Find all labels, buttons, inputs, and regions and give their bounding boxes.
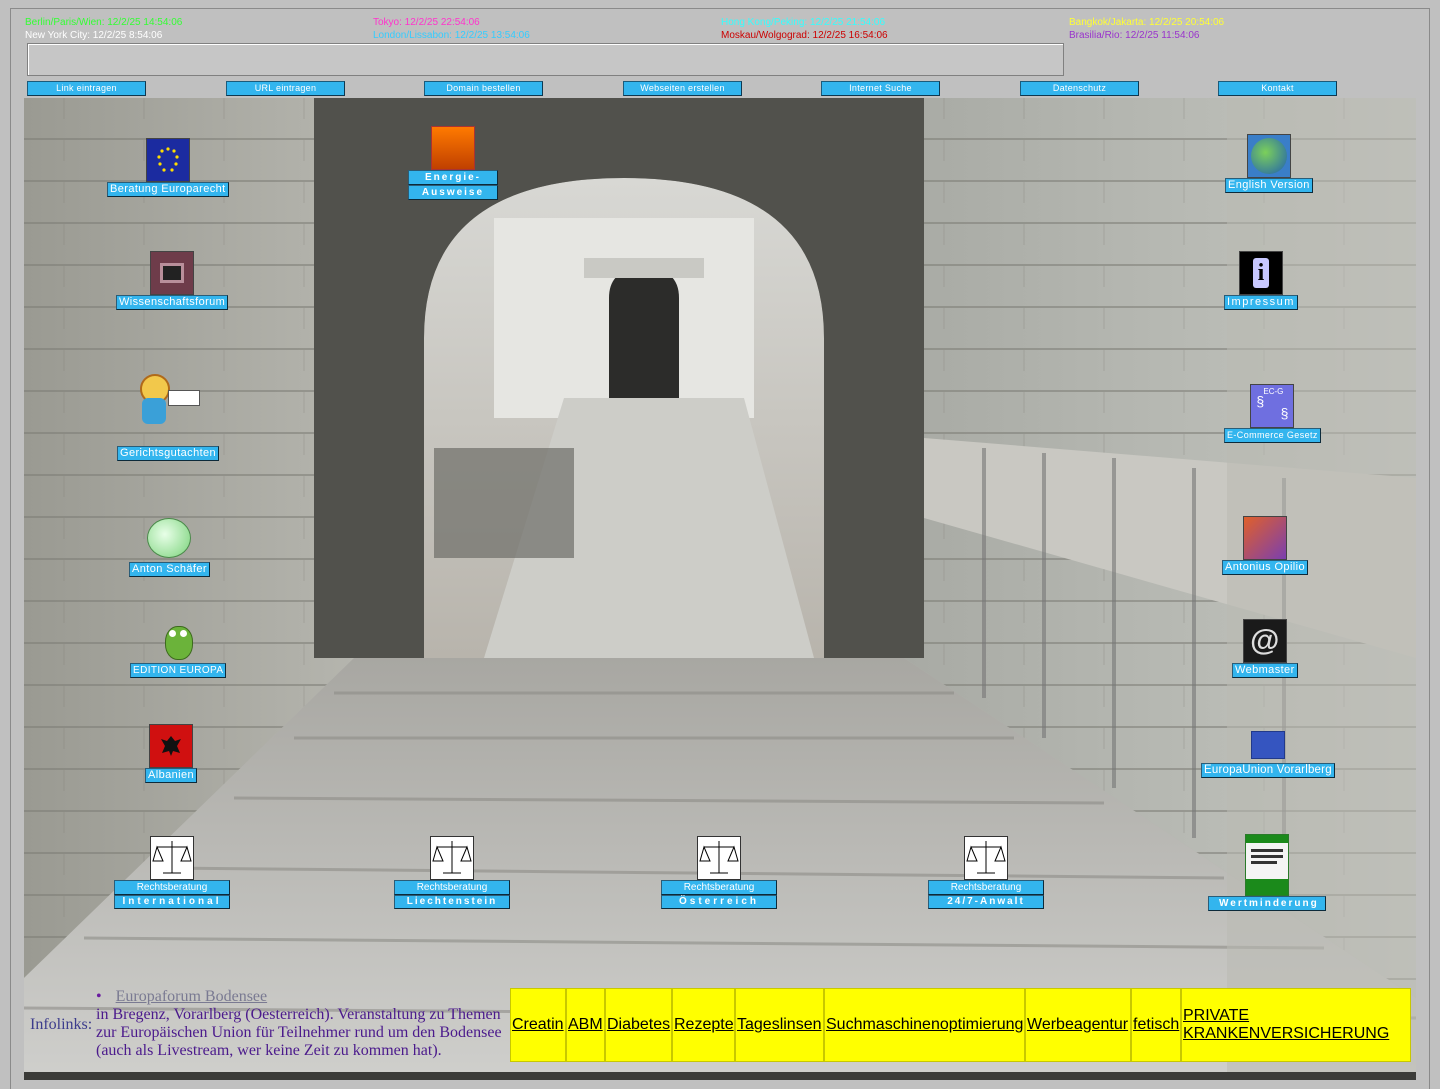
label-antonius-opilio: Antonius Opilio (1222, 560, 1308, 575)
label-energie: Energie- (408, 170, 498, 185)
label-webmaster: Webmaster (1232, 663, 1298, 678)
scale-icon (697, 836, 741, 880)
adlink-diabetes[interactable]: Diabetes (605, 988, 672, 1062)
infolinks-box: Infolinks: • Europaforum Bodensee in Breg… (24, 988, 510, 1064)
expert-worker-icon (132, 370, 204, 432)
nav-link-eintragen[interactable]: Link eintragen (27, 81, 146, 96)
globe-icon (147, 518, 192, 558)
clock-moskau: Moskau/Wolgograd: 12/2/25 16:54:06 (721, 30, 888, 41)
scale-icon (430, 836, 474, 880)
ec-badge: EC-G (1263, 387, 1284, 396)
nav-webseiten-erstellen[interactable]: Webseiten erstellen (623, 81, 742, 96)
clock-bangkok: Bangkok/Jakarta: 12/2/25 20:54:06 (1069, 17, 1225, 28)
info-icon: i (1238, 251, 1283, 295)
clock-new-york: New York City: 12/2/25 8:54:06 (25, 30, 163, 41)
label-beratung-europarecht: Beratung Europarecht (107, 182, 229, 197)
nav-domain-bestellen[interactable]: Domain bestellen (424, 81, 543, 96)
label-rechtsberatung: Rechtsberatung (114, 880, 230, 895)
eu-flag-icon (145, 138, 190, 182)
background-photo (24, 98, 1416, 1080)
label-rechtsberatung: Rechtsberatung (661, 880, 777, 895)
link-europaforum-bodensee[interactable]: Europaforum Bodensee (116, 988, 268, 1005)
scale-icon (150, 836, 194, 880)
clock-london: London/Lissabon: 12/2/25 13:54:06 (373, 30, 530, 41)
clock-hong-kong: Hong Kong/Peking: 12/2/25 21:54:06 (721, 17, 886, 28)
earth-icon (1246, 134, 1291, 178)
link-rechtsberatung-24-7-anwalt[interactable]: Rechtsberatung 24/7-Anwalt (928, 836, 1044, 909)
flame-icon (431, 126, 475, 170)
link-antonius-opilio[interactable]: Antonius Opilio (1222, 516, 1308, 575)
nav-datenschutz[interactable]: Datenschutz (1020, 81, 1139, 96)
label-europaunion-vorarlberg: EuropaUnion Vorarlberg (1201, 763, 1335, 778)
label-albanien: Albanien (145, 768, 198, 783)
label-oesterreich: Österreich (661, 895, 777, 909)
link-albanien[interactable]: Albanien (145, 724, 198, 783)
bullet-icon: • (96, 988, 102, 1005)
label-edition-europa: EDITION EUROPA (130, 663, 227, 678)
label-liechtenstein: Liechtenstein (394, 895, 510, 909)
label-rechtsberatung: Rechtsberatung (394, 880, 510, 895)
clock-tokyo: Tokyo: 12/2/25 22:54:06 (373, 17, 480, 28)
label-24-7-anwalt: 24/7-Anwalt (928, 895, 1044, 909)
at-icon: @ (1242, 619, 1287, 663)
opilio-icon (1243, 516, 1287, 560)
nav-kontakt[interactable]: Kontakt (1218, 81, 1337, 96)
link-english-version[interactable]: English Version (1225, 134, 1313, 193)
label-wertminderung: Wertminderung (1208, 896, 1326, 911)
link-beratung-europarecht[interactable]: Beratung Europarecht (107, 138, 229, 197)
label-impressum: Impressum (1224, 295, 1298, 310)
forum-icon (150, 251, 195, 295)
nav-url-eintragen[interactable]: URL eintragen (226, 81, 345, 96)
adlink-tageslinsen[interactable]: Tageslinsen (735, 988, 824, 1062)
adlink-rezepte[interactable]: Rezepte (672, 988, 735, 1062)
link-webmaster[interactable]: @ Webmaster (1232, 619, 1298, 678)
infolinks-item: • Europaforum Bodensee (96, 988, 267, 1006)
link-gerichtsgutachten[interactable]: Gerichtsgutachten (117, 370, 220, 461)
link-europaunion-vorarlberg[interactable]: EuropaUnion Vorarlberg (1201, 731, 1335, 778)
ad-links-table: Creatin ABM Diabetes Rezepte Tageslinsen… (510, 988, 1411, 1062)
infolinks-label: Infolinks: (30, 1016, 93, 1033)
label-gerichtsgutachten: Gerichtsgutachten (117, 446, 220, 461)
link-rechtsberatung-international[interactable]: Rechtsberatung International (114, 836, 230, 909)
clock-brasilia: Brasilia/Rio: 12/2/25 11:54:06 (1069, 30, 1200, 41)
clock-berlin: Berlin/Paris/Wien: 12/2/25 14:54:06 (25, 17, 183, 28)
eu-flag-small-icon (1250, 731, 1285, 759)
label-rechtsberatung: Rechtsberatung (928, 880, 1044, 895)
link-e-commerce-gesetz[interactable]: § § EC-G E-Commerce Gesetz (1224, 384, 1321, 443)
link-anton-schaefer[interactable]: Anton Schäfer (129, 518, 210, 577)
adlink-werbeagentur[interactable]: Werbeagentur (1025, 988, 1131, 1062)
book-icon (1245, 834, 1289, 896)
adlink-abm[interactable]: ABM (566, 988, 605, 1062)
adlink-private-krankenversicherung[interactable]: PRIVATE KRANKENVERSICHERUNG (1181, 988, 1411, 1062)
adlink-creatin[interactable]: Creatin (510, 988, 566, 1062)
message-box (27, 43, 1064, 76)
link-energie-ausweise[interactable]: Energie- Ausweise (408, 126, 498, 200)
label-english-version: English Version (1225, 178, 1313, 193)
link-wissenschaftsforum[interactable]: Wissenschaftsforum (116, 251, 229, 310)
infolinks-description: in Bregenz, Vorarlberg (Oesterreich). Ve… (96, 1006, 502, 1059)
link-impressum[interactable]: i Impressum (1224, 251, 1298, 310)
adlink-suchmaschinenoptimierung[interactable]: Suchmaschinenoptimierung (824, 988, 1025, 1062)
link-wertminderung[interactable]: Wertminderung (1208, 834, 1326, 911)
label-ausweise: Ausweise (408, 185, 498, 200)
label-wissenschaftsforum: Wissenschaftsforum (116, 295, 229, 310)
link-rechtsberatung-oesterreich[interactable]: Rechtsberatung Österreich (661, 836, 777, 909)
label-anton-schaefer: Anton Schäfer (129, 562, 210, 577)
link-edition-europa[interactable]: EDITION EUROPA (130, 620, 227, 678)
adlink-fetisch[interactable]: fetisch (1131, 988, 1181, 1062)
scale-icon (964, 836, 1008, 880)
link-rechtsberatung-liechtenstein[interactable]: Rechtsberatung Liechtenstein (394, 836, 510, 909)
label-international: International (114, 895, 230, 909)
albania-flag-icon (149, 724, 193, 768)
nav-internet-suche[interactable]: Internet Suche (821, 81, 940, 96)
frog-icon (161, 620, 195, 660)
label-e-commerce-gesetz: E-Commerce Gesetz (1224, 428, 1321, 443)
paragraph-icon: § § EC-G (1250, 384, 1295, 428)
